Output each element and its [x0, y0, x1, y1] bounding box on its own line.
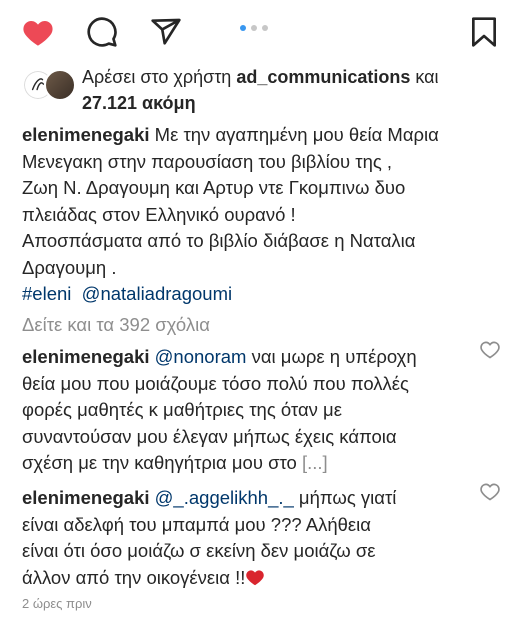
heart-filled-icon [23, 20, 53, 46]
caption-text: Δραγουμη . [22, 256, 117, 278]
mention-link[interactable]: @nonoram [155, 346, 247, 367]
post-timestamp: 2 ώρες πριν [22, 596, 92, 611]
caption-text: Με την αγαπημένη μου θεία Μαρια [149, 124, 439, 145]
mention-link[interactable]: @_.aggelikhh_._ [155, 487, 294, 508]
comment-button[interactable] [82, 12, 122, 52]
bookmark-icon [472, 17, 496, 47]
likes-prefix: Αρέσει στο χρήστη [82, 67, 237, 87]
comment-username[interactable]: elenimenegaki [22, 346, 150, 367]
heart-outline-icon [480, 483, 500, 501]
red-heart-emoji-icon [246, 569, 265, 585]
carousel-dot [262, 25, 268, 31]
like-button[interactable] [18, 12, 58, 52]
comment-text: συναντούσαν μου έλεγαν μήπως έχεις κάποι… [22, 425, 397, 447]
carousel-dot [240, 25, 246, 31]
likes-count[interactable]: 27.121 ακόμη [82, 93, 196, 113]
caption-text: Αποσπάσματα από το βιβλίο διάβασε η Νατα… [22, 230, 416, 251]
avatar [44, 69, 76, 101]
comment-text: είναι αδελφή του μπαμπά μου ??? Αλήθεια [22, 513, 371, 535]
comment-text: είναι ότι όσο μοιάζω σ εκείνη δεν μοιάζω… [22, 540, 376, 561]
comment-item: elenimenegaki @_.aggelikhh_._ μήπως γιατ… [22, 485, 474, 591]
hashtag-link[interactable]: #eleni [22, 283, 71, 304]
comment-like-button[interactable] [480, 340, 500, 360]
view-all-comments-link[interactable]: Δείτε και τα 392 σχόλια [22, 314, 210, 336]
comment-text: μήπως γιατί [293, 487, 397, 508]
comment-text: άλλον από την οικογένεια !! [22, 566, 246, 588]
more-link[interactable]: [...] [302, 452, 328, 473]
comment-text: φορές μαθητές κ μαθήτριες της όταν με [22, 399, 342, 420]
share-icon [151, 18, 181, 45]
comment-text: θεία μου που μοιάζουμε τόσο πολύ που πολ… [22, 372, 409, 394]
caption-text: Μενεγακη στην παρουσίαση του βιβλίου της… [22, 150, 393, 172]
heart-outline-icon [480, 341, 500, 359]
likes-middle: και [410, 67, 439, 87]
liker-username[interactable]: ad_communications [236, 67, 410, 87]
comment-icon [87, 17, 117, 47]
comment-text: ναι μωρε η υπέροχη [246, 346, 417, 367]
post-caption: elenimenegaki Με την αγαπημένη μου θεία … [22, 122, 502, 308]
liker-avatars[interactable] [22, 66, 78, 101]
likes-summary: Αρέσει στο χρήστη ad_communications και … [82, 64, 512, 116]
comment-like-button[interactable] [480, 482, 500, 502]
carousel-dot [251, 25, 257, 31]
save-button[interactable] [464, 12, 504, 52]
comment-username[interactable]: elenimenegaki [22, 487, 150, 508]
carousel-indicator [240, 25, 268, 31]
comment-text: σχέση με την καθηγήτρια μου στο [22, 452, 302, 473]
caption-text: πλειάδας στον Ελληνικό ουρανό ! [22, 203, 296, 225]
comment-item: elenimenegaki @nonoram ναι μωρε η υπέροχ… [22, 344, 474, 477]
share-button[interactable] [146, 12, 186, 52]
caption-text: Ζωη Ν. Δραγουμη και Αρτυρ ντε Γκομπινω δ… [22, 177, 406, 198]
mention-link[interactable]: @nataliadragoumi [82, 283, 232, 304]
caption-username[interactable]: elenimenegaki [22, 124, 150, 145]
